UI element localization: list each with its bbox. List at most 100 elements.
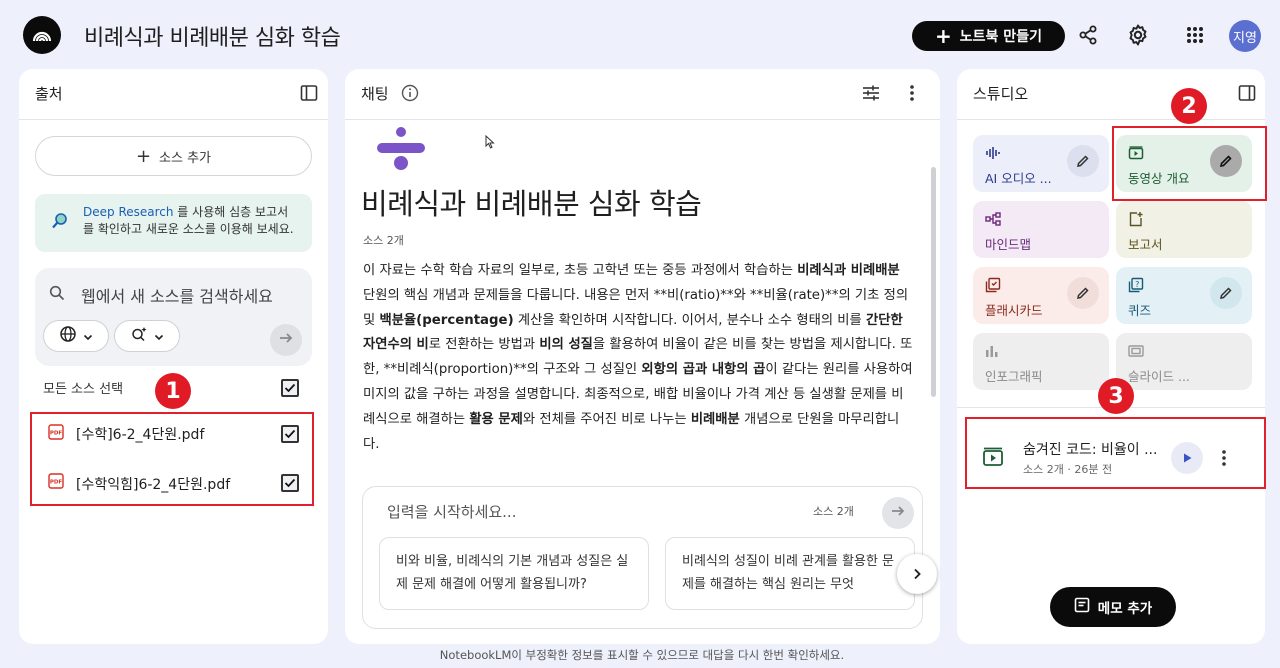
annotation-badge: 3 [1098,378,1134,414]
studio-panel-title: 스튜디오 [973,85,1029,103]
edit-pencil-icon[interactable] [1067,277,1099,309]
annotation-badge: 1 [155,373,191,409]
quiz-icon: ? [1128,277,1144,297]
flashcard-icon [985,277,1001,297]
footer-disclaimer: NotebookLM이 부정확한 정보를 표시할 수 있으므로 대답을 다시 한… [439,648,845,662]
svg-text:?: ? [1135,280,1139,289]
tile-flashcards[interactable]: 플래시카드 [973,267,1109,324]
divider [19,119,328,120]
sources-panel: 출처 + 소스 추가 Deep Research 를 사용해 심층 보고서 를 … [19,69,328,644]
globe-icon [59,325,77,347]
summary-text: 로 전환하는 방법과 [428,337,540,353]
chevron-right-icon [911,565,923,584]
sparkle-search-icon [130,325,148,347]
divider [957,119,1265,120]
divide-emoji-icon [375,127,427,175]
submit-search-button[interactable] [270,324,302,356]
arrow-right-icon [278,330,294,350]
slides-icon [1128,343,1144,362]
new-notebook-button[interactable]: + 노트북 만들기 [912,21,1065,51]
chevron-down-icon [83,327,93,346]
summary-highlight: 백분율(percentage) [379,312,514,328]
summary-text: 이 자료는 수학 학습 자료의 일부로, 초등 고학년 또는 중등 과정에서 학… [363,263,798,278]
mouse-cursor-icon [485,134,495,153]
plus-icon: + [935,24,952,48]
add-source-button[interactable]: + 소스 추가 [35,136,312,176]
tile-label: AI 오디오 ... [985,171,1052,186]
edit-pencil-icon[interactable] [1067,145,1099,177]
tile-label: 마인드맵 [985,237,1032,252]
suggested-question[interactable]: 비례식의 성질이 비례 관계를 활용한 문제를 해결하는 핵심 원리는 무엇 [665,537,915,610]
chat-input[interactable]: 입력을 시작하세요... [387,501,516,522]
note-icon [1074,597,1090,617]
annotation-box-generated [965,417,1266,489]
summary-highlight: 활용 문제 [469,411,523,427]
share-icon[interactable] [1074,21,1102,49]
annotation-badge: 2 [1171,88,1207,124]
search-icon [49,285,65,305]
deep-research-banner[interactable]: Deep Research 를 사용해 심층 보고서 를 확인하고 새로운 소스… [35,194,312,252]
tile-infographic[interactable]: 인포그래픽 [973,333,1109,390]
page-title[interactable]: 비례식과 비례배분 심화 학습 [84,20,341,52]
arrow-right-icon [890,503,906,523]
chat-panel: 채팅 비례식과 비례배분 심화 학습 소스 2개 이 자료는 수학 학습 자료의… [345,69,940,644]
collapse-panel-icon[interactable] [300,84,318,106]
plus-icon: + [135,145,152,167]
notebooklm-logo-icon[interactable] [23,16,61,54]
add-source-label: 소스 추가 [159,150,212,166]
avatar[interactable]: 지영 [1229,20,1261,52]
summary-highlight: 비의 성질 [539,337,593,353]
audio-wave-icon [985,145,1001,164]
summary-highlight: 외항의 곱과 내항의 곱 [641,362,766,378]
summary-highlight: 비례식과 비례배분 [797,263,900,278]
annotation-box-video [1112,126,1267,201]
new-notebook-label: 노트북 만들기 [959,29,1042,45]
suggested-question[interactable]: 비와 비율, 비례식의 기본 개념과 성질은 실제 문제 해결에 어떻게 활용됩… [379,537,649,610]
add-memo-label: 메모 추가 [1097,601,1153,617]
notebook-title: 비례식과 비례배분 심화 학습 [361,187,702,221]
send-button[interactable] [882,497,914,529]
scrollbar[interactable] [931,167,936,397]
select-all-label: 모든 소스 선택 [43,382,124,397]
tile-label: 퀴즈 [1128,303,1152,318]
tile-audio-overview[interactable]: AI 오디오 ... [973,135,1109,192]
tile-label: 인포그래픽 [985,369,1043,384]
deep-research-text-2: 를 확인하고 새로운 소스를 이용해 보세요. [83,222,294,236]
tune-settings-icon[interactable] [862,84,880,106]
chat-panel-title: 채팅 [361,85,389,103]
deep-research-text-1: 를 사용해 심층 보고서 [173,205,289,219]
collapse-panel-icon[interactable] [1238,84,1256,106]
input-source-count: 소스 2개 [813,505,854,518]
search-sparkle-icon [51,212,69,235]
chat-input-card: 입력을 시작하세요... 소스 2개 비와 비율, 비례식의 기본 개념과 성질… [362,486,937,629]
tile-quiz[interactable]: ? 퀴즈 [1116,267,1252,324]
tile-report[interactable]: 보고서 [1116,201,1252,258]
tile-label: 플래시카드 [985,303,1043,318]
summary-highlight: 비례배분 [690,411,740,427]
next-suggestions-button[interactable] [897,554,937,594]
gear-icon[interactable] [1124,21,1152,49]
source-count: 소스 2개 [363,234,404,247]
report-icon [1128,211,1144,231]
info-icon[interactable] [401,84,419,106]
research-mode-dropdown[interactable] [114,320,180,352]
summary-text: 계산을 확인하며 시작합니다. 이어서, 분수나 소수 형태의 비를 [513,312,866,328]
tile-mindmap[interactable]: 마인드맵 [973,201,1109,258]
tile-label: 보고서 [1128,237,1163,252]
add-memo-button[interactable]: 메모 추가 [1050,587,1176,627]
annotation-box-sources [30,412,314,506]
infographic-icon [985,343,999,362]
edit-pencil-icon[interactable] [1210,277,1242,309]
tile-label: 슬라이드 ... [1128,369,1190,384]
select-all-checkbox[interactable] [281,379,299,397]
summary-text: 와 전체를 주어진 비로 나누는 [522,411,691,427]
web-source-dropdown[interactable] [43,320,109,352]
deep-research-link[interactable]: Deep Research [83,205,173,219]
web-search-input[interactable]: 웹에서 새 소스를 검색하세요 [81,283,273,307]
divider [345,119,940,120]
notebook-summary: 이 자료는 수학 학습 자료의 일부로, 초등 고학년 또는 중등 과정에서 학… [363,259,913,457]
sources-panel-title: 출처 [35,85,63,103]
tile-slides[interactable]: 슬라이드 ... [1116,333,1252,390]
more-vert-icon[interactable] [909,84,915,106]
apps-grid-icon[interactable] [1181,21,1209,49]
